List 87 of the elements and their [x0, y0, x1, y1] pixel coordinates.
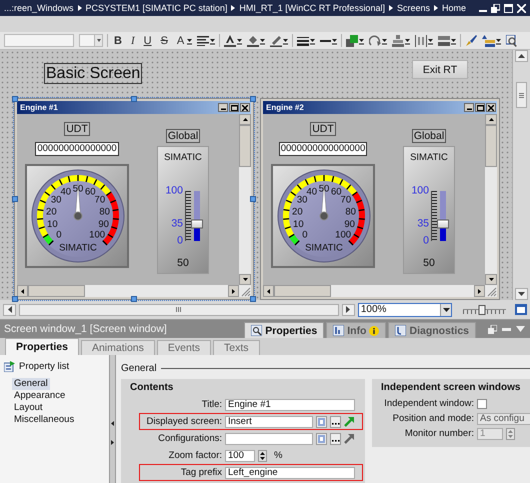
property-category[interactable]: Appearance [12, 390, 68, 402]
scale-label: 20 [292, 206, 303, 218]
scale-label: 70 [340, 194, 352, 206]
screen-title-label: Basic Screen [44, 63, 142, 84]
gauge-brand-label: SIMATIC [305, 242, 343, 254]
inspector-tab[interactable]: Diagnostics [388, 322, 476, 338]
scale-label: 10 [47, 218, 58, 230]
input-field[interactable]: Insert [225, 416, 313, 428]
text-style-button[interactable]: B [112, 34, 124, 46]
breadcrumb-item[interactable]: HMI_RT_1 [WinCC RT Professional] [239, 3, 385, 13]
unit-label: % [274, 450, 282, 461]
scale-label: 40 [60, 186, 72, 198]
value-field[interactable]: 000000000000000 [35, 142, 119, 156]
text-style-button[interactable]: S [158, 34, 170, 46]
scale-label: 50 [72, 184, 84, 194]
scale-label: 100 [411, 186, 429, 196]
scale-label: 30 [296, 194, 308, 206]
scale-label: 90 [344, 218, 355, 230]
udt-label: UDT [64, 122, 90, 136]
window-title: Engine #2 [266, 103, 304, 112]
global-label: Global [166, 129, 200, 143]
zoom-dropdown[interactable]: 100% [358, 302, 452, 316]
field-label: Title: [200, 399, 222, 410]
scale-label: 70 [94, 194, 106, 206]
field-label: Independent window: [383, 398, 474, 409]
scale-label: 60 [330, 186, 342, 198]
scale-label: 35 [417, 218, 429, 229]
scale-label: 80 [99, 206, 110, 218]
scale-label: 100 [335, 230, 352, 241]
scale-label: 20 [46, 206, 57, 218]
scale-label: 100 [89, 230, 106, 241]
inspector-tab[interactable]: Properties [244, 322, 324, 338]
field-label: Zoom factor: [168, 450, 222, 461]
text-style-button[interactable]: A [174, 34, 186, 46]
scale-label: 0 [177, 236, 183, 246]
scale-label: 0 [423, 236, 429, 246]
text-style-button[interactable]: U [142, 34, 154, 46]
udt-label: UDT [310, 122, 336, 136]
global-label: Global [412, 129, 446, 143]
window-title: Engine #1 [20, 103, 58, 112]
gauge-brand-label: SIMATIC [59, 242, 97, 254]
scale-label: 80 [345, 206, 356, 218]
slider-brand-label: SIMATIC [164, 152, 202, 163]
field-label: Configurations: [157, 433, 222, 444]
property-tab[interactable]: Properties [5, 338, 79, 355]
property-category[interactable]: Miscellaneous [12, 414, 76, 426]
field-label: Tag prefix [180, 467, 222, 478]
property-tab[interactable]: Texts [213, 340, 260, 355]
text-style-button[interactable]: I [128, 34, 137, 46]
input-field[interactable]: Left_engine [225, 466, 355, 478]
scale-label: 100 [165, 186, 183, 196]
field-label: Monitor number: [404, 428, 474, 439]
breadcrumb-item[interactable]: Screens [396, 3, 430, 13]
input-field[interactable]: Engine #1 [225, 398, 355, 410]
property-list-button[interactable]: Property list [4, 359, 105, 374]
scale-label: 0 [56, 230, 62, 241]
screen-window[interactable]: Engine #2 UDT 0000000000000000 40 50 60 30 70 20 80 10 90 0 100 SIMATIC Global SIMATIC 100 35 0 50 [260, 98, 500, 300]
scale-label: 40 [306, 186, 318, 198]
scale-label: 50 [318, 184, 330, 194]
group-title: Contents [130, 382, 174, 393]
inspector-title: Screen window_1 [Screen window] [4, 323, 167, 335]
number-field[interactable]: 100 [225, 450, 255, 462]
value-field[interactable]: 0000000000000000 [278, 142, 368, 156]
scale-label: 0 [302, 230, 308, 241]
scale-label: 35 [171, 218, 183, 229]
field-label: Displayed screen: [145, 416, 222, 427]
scale-label: 90 [98, 218, 109, 230]
property-tab[interactable]: Animations [80, 340, 155, 355]
property-tab[interactable]: Events [156, 340, 211, 355]
slider-brand-label: SIMATIC [410, 152, 448, 163]
dropdown[interactable]: As configu [477, 412, 530, 424]
slider-value: 50 [177, 257, 189, 269]
scale-label: 30 [50, 194, 62, 206]
breadcrumb-item[interactable]: PCSYSTEM1 [SIMATIC PC station] [86, 3, 228, 13]
slider-value: 50 [423, 257, 435, 269]
breadcrumb-item[interactable]: ...:reen_Windows [4, 3, 74, 13]
screen-window[interactable]: Engine #1 UDT 000000000000000 40 50 60 30 70 20 80 10 90 0 100 SIMATIC Global SIMATIC 100 35 0 50 [14, 98, 254, 300]
group-title: Independent screen windows [381, 382, 520, 393]
scale-label: 60 [84, 186, 96, 198]
property-category[interactable]: General [12, 378, 50, 390]
property-category[interactable]: Layout [12, 402, 45, 414]
section-title: General [121, 362, 157, 374]
breadcrumb-item[interactable]: Home [442, 3, 466, 13]
inspector-tab[interactable]: Info [326, 322, 386, 338]
field-label: Position and mode: [392, 413, 474, 424]
scale-label: 10 [293, 218, 304, 230]
exit-button[interactable]: Exit RT [412, 60, 468, 79]
